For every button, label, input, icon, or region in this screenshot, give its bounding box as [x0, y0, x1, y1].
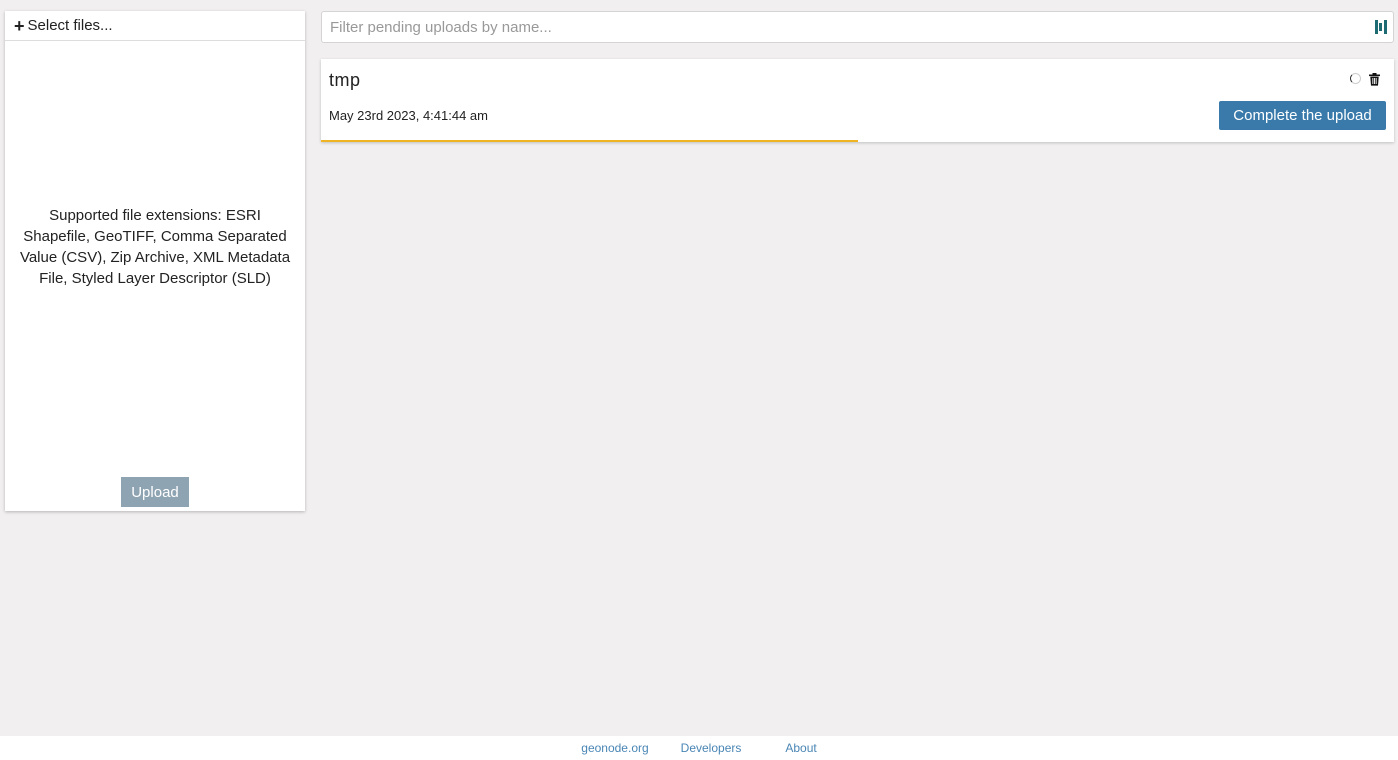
supported-extensions-text: Supported file extensions: ESRI Shapefil…: [19, 207, 291, 287]
plus-icon: +: [14, 15, 25, 36]
select-files-label: Select files...: [27, 17, 113, 34]
upload-progress-bar: [321, 140, 1394, 142]
upload-card: tmp May 23rd 2023, 4:41:44 am Complete t…: [321, 59, 1394, 142]
spinner-icon: [1350, 73, 1361, 84]
footer: geonode.org Developers About: [0, 736, 1398, 760]
upload-button[interactable]: Upload: [121, 477, 189, 507]
filter-icon[interactable]: [1374, 19, 1388, 35]
footer-link-developers[interactable]: Developers: [681, 741, 742, 755]
file-drop-panel: + Select files... Supported file extensi…: [5, 11, 305, 511]
upload-progress-fill: [321, 140, 858, 142]
filter-bar: [321, 11, 1394, 43]
footer-link-geonode[interactable]: geonode.org: [581, 741, 648, 755]
filter-uploads-input[interactable]: [322, 11, 1374, 43]
footer-link-about[interactable]: About: [785, 741, 816, 755]
select-files-button[interactable]: + Select files...: [5, 11, 305, 41]
upload-name: tmp: [329, 70, 361, 90]
trash-icon[interactable]: [1369, 73, 1380, 86]
complete-upload-button[interactable]: Complete the upload: [1219, 101, 1386, 130]
upload-date: May 23rd 2023, 4:41:44 am: [329, 108, 488, 123]
